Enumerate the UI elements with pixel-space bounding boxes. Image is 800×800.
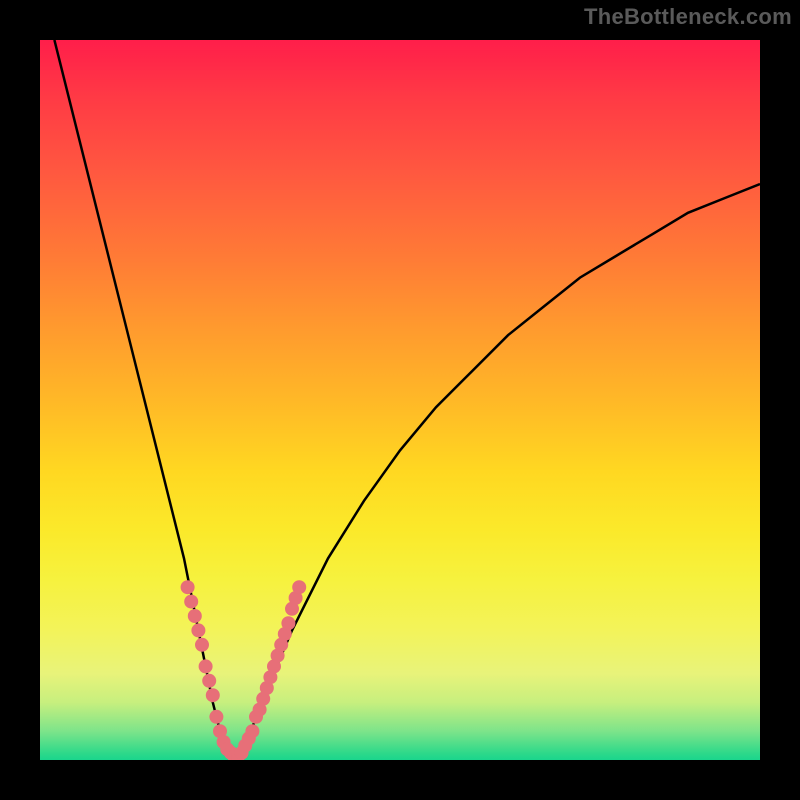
- data-marker: [281, 616, 295, 630]
- data-marker: [184, 595, 198, 609]
- marker-layer: [181, 580, 307, 760]
- data-marker: [181, 580, 195, 594]
- data-marker: [292, 580, 306, 594]
- data-marker: [188, 609, 202, 623]
- bottleneck-curve: [54, 40, 760, 760]
- data-marker: [195, 638, 209, 652]
- data-marker: [202, 674, 216, 688]
- data-marker: [209, 710, 223, 724]
- data-marker: [206, 688, 220, 702]
- curve-layer: [54, 40, 760, 760]
- data-marker: [199, 659, 213, 673]
- plot-area: [40, 40, 760, 760]
- watermark-text: TheBottleneck.com: [584, 4, 792, 30]
- data-marker: [245, 724, 259, 738]
- chart-frame: TheBottleneck.com: [0, 0, 800, 800]
- chart-svg: [40, 40, 760, 760]
- data-marker: [191, 623, 205, 637]
